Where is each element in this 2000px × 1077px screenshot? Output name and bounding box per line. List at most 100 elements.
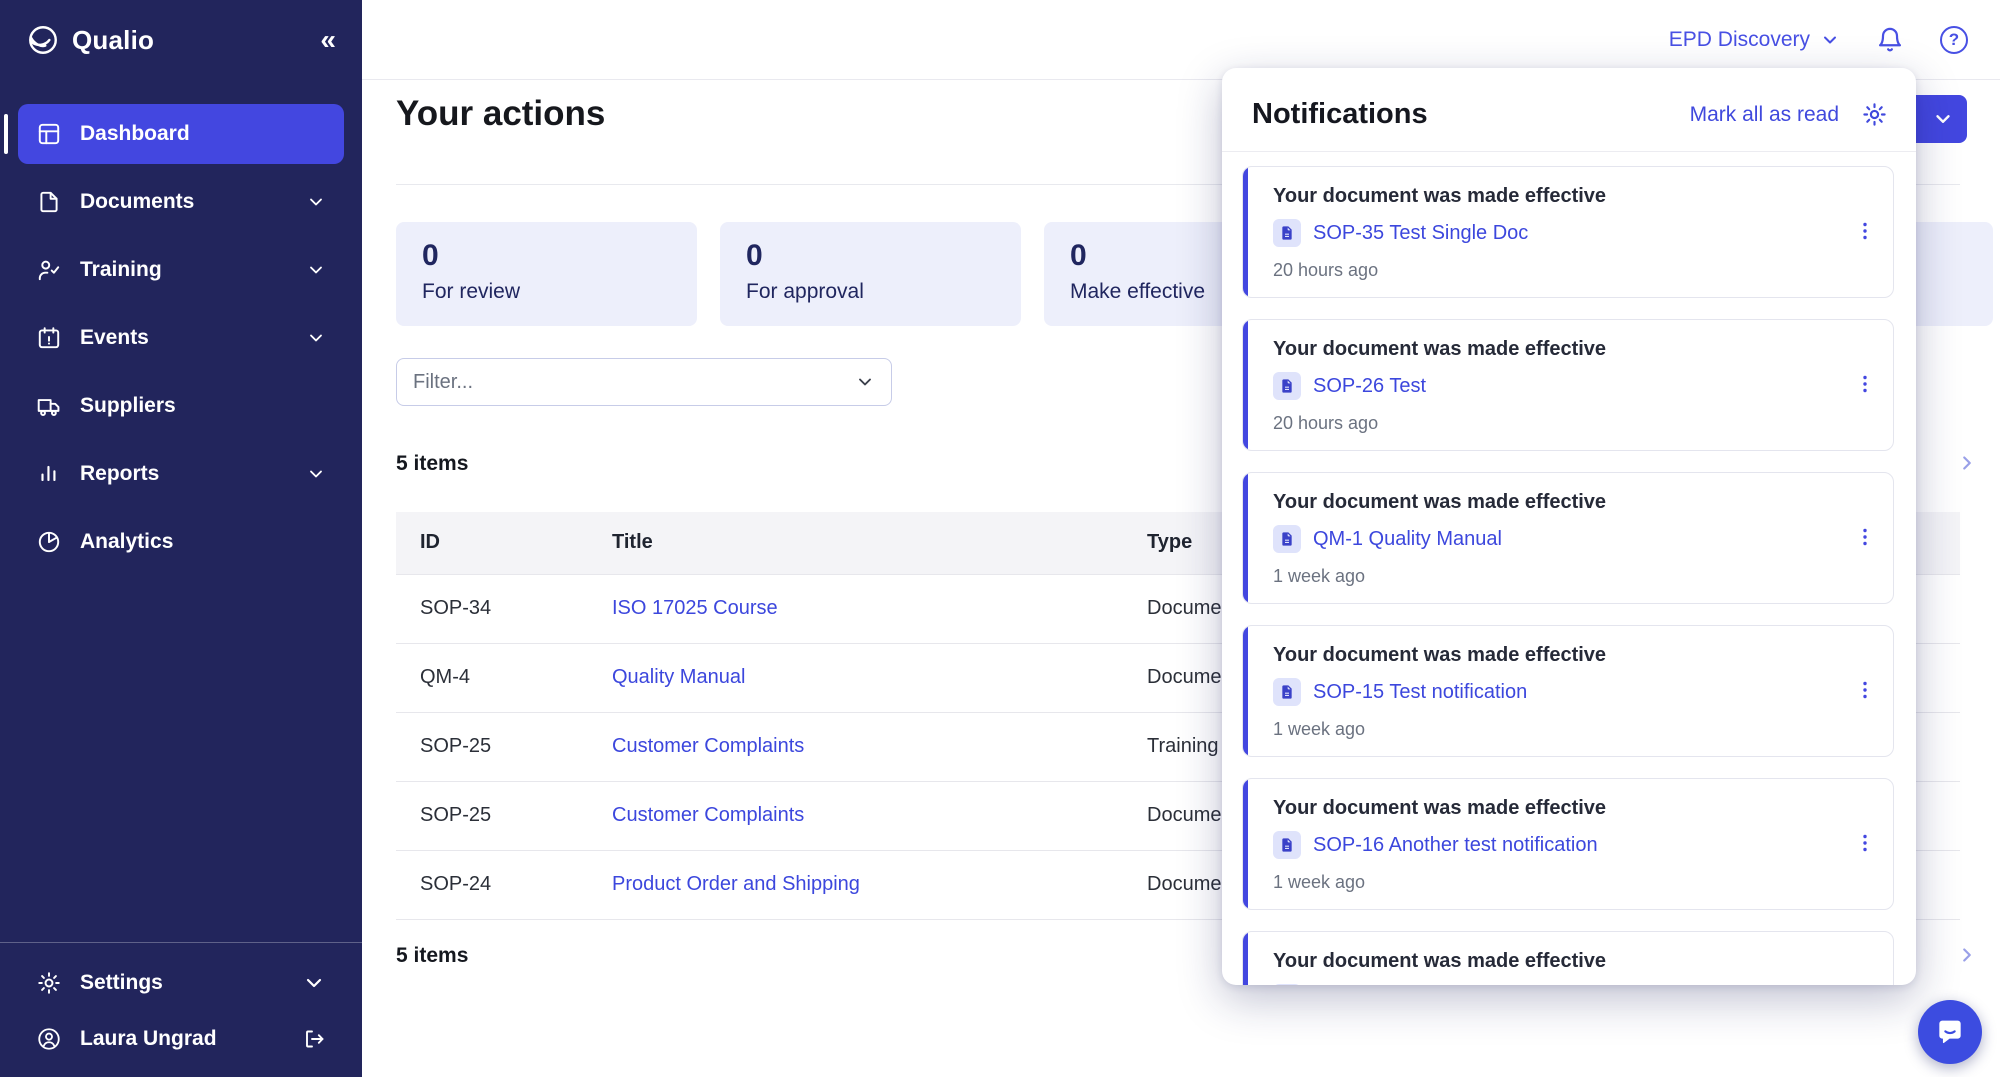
document-link[interactable]: ISO 17025 Course — [612, 597, 778, 619]
notification-doc-row: SOP-16 Another test notification — [1273, 831, 1837, 859]
stat-value: 0 — [746, 238, 995, 274]
document-file-icon — [1273, 831, 1301, 859]
bell-icon[interactable] — [1876, 26, 1904, 54]
workspace-switcher[interactable]: EPD Discovery — [1669, 28, 1840, 52]
sidebar-item-label: Settings — [80, 971, 163, 995]
document-icon — [36, 189, 62, 215]
chevron-down-icon — [302, 971, 326, 995]
notifications-panel: Notifications Mark all as read Your docu… — [1222, 68, 1916, 985]
sidebar-item-reports[interactable]: Reports — [18, 444, 344, 504]
qualio-logo-icon — [26, 23, 60, 57]
sidebar-item-label: Reports — [80, 462, 159, 486]
notification-message: Your document was made effective — [1273, 338, 1837, 361]
column-header-title: Title — [588, 512, 1123, 574]
notification-card[interactable]: Your document was made effective SOP-35 … — [1242, 166, 1894, 298]
stat-value: 0 — [422, 238, 671, 274]
column-header-id: ID — [396, 512, 588, 574]
sidebar-item-dashboard[interactable]: Dashboard — [18, 104, 344, 164]
chevron-down-icon — [306, 260, 326, 280]
notification-message: Your document was made effective — [1273, 797, 1837, 820]
logo-text: Qualio — [72, 25, 154, 56]
stat-card-for-approval[interactable]: 0 For approval — [720, 222, 1021, 326]
sidebar-collapse-icon[interactable]: « — [320, 26, 336, 54]
sidebar-item-settings[interactable]: Settings — [18, 955, 344, 1011]
chevron-right-icon[interactable] — [1956, 452, 1978, 474]
notification-doc-link[interactable]: QM-1 Quality Manual — [1313, 528, 1502, 551]
sidebar-item-suppliers[interactable]: Suppliers — [18, 376, 344, 436]
sidebar-item-events[interactable]: Events — [18, 308, 344, 368]
document-link[interactable]: Product Order and Shipping — [612, 873, 860, 895]
notification-doc-row: SOP-35 Test Single Doc — [1273, 219, 1837, 247]
document-link[interactable]: Quality Manual — [612, 666, 745, 688]
notification-message: Your document was made effective — [1273, 950, 1837, 973]
notification-time: 1 week ago — [1273, 719, 1837, 740]
notification-doc-link[interactable]: SOP-16 Another test notification — [1313, 834, 1598, 857]
document-file-icon — [1273, 219, 1301, 247]
sidebar-item-training[interactable]: Training — [18, 240, 344, 300]
help-icon[interactable]: ? — [1940, 26, 1968, 54]
notifications-list: Your document was made effective SOP-35 … — [1222, 152, 1916, 985]
notification-message: Your document was made effective — [1273, 644, 1837, 667]
sidebar-item-label: Analytics — [80, 530, 173, 554]
notifications-header: Notifications Mark all as read — [1222, 68, 1916, 151]
notification-doc-row: SOP-26 Test — [1273, 372, 1837, 400]
chevron-down-icon — [306, 464, 326, 484]
training-icon — [36, 257, 62, 283]
stat-label: For review — [422, 280, 671, 304]
notification-card[interactable]: Your document was made effective QM-1 Qu… — [1242, 472, 1894, 604]
sidebar-item-label: Training — [80, 258, 162, 282]
items-count-bottom: 5 items — [396, 944, 468, 968]
notification-doc-link[interactable]: SOP-26 Test — [1313, 375, 1426, 398]
logout-icon[interactable] — [302, 1027, 326, 1051]
kebab-menu-icon[interactable] — [1853, 372, 1877, 396]
notification-time: 1 week ago — [1273, 872, 1837, 893]
cell-id: SOP-25 — [396, 712, 588, 781]
notification-message: Your document was made effective — [1273, 491, 1837, 514]
notification-settings-gear-icon[interactable] — [1861, 101, 1888, 128]
sidebar-user[interactable]: Laura Ungrad — [18, 1011, 344, 1067]
notification-doc-link[interactable]: SOP-35 Test Single Doc — [1313, 222, 1528, 245]
mark-all-as-read-link[interactable]: Mark all as read — [1690, 103, 1839, 127]
stat-label: For approval — [746, 280, 995, 304]
chevron-down-icon — [1820, 30, 1840, 50]
stat-card-for-review[interactable]: 0 For review — [396, 222, 697, 326]
user-name: Laura Ungrad — [80, 1027, 217, 1051]
kebab-menu-icon[interactable] — [1853, 678, 1877, 702]
chevron-down-icon — [855, 372, 875, 392]
kebab-menu-icon[interactable] — [1853, 984, 1877, 985]
document-file-icon — [1273, 984, 1301, 985]
workspace-name: EPD Discovery — [1669, 28, 1810, 52]
document-file-icon — [1273, 372, 1301, 400]
notification-doc-link[interactable]: SOP-15 Test notification — [1313, 681, 1527, 704]
chevron-down-icon — [306, 328, 326, 348]
cell-id: SOP-25 — [396, 781, 588, 850]
document-file-icon — [1273, 678, 1301, 706]
cell-title: Customer Complaints — [588, 712, 1123, 781]
cell-title: Product Order and Shipping — [588, 850, 1123, 919]
sidebar-item-label: Suppliers — [80, 394, 176, 418]
document-link[interactable]: Customer Complaints — [612, 735, 804, 757]
notification-card[interactable]: Your document was made effective SOP-16 … — [1242, 778, 1894, 910]
notification-card[interactable]: Your document was made effective SOP-15 … — [1242, 625, 1894, 757]
sidebar-item-label: Events — [80, 326, 149, 350]
help-glyph: ? — [1949, 30, 1959, 50]
sidebar-item-documents[interactable]: Documents — [18, 172, 344, 232]
sidebar: Qualio « Dashboard Documents — [0, 0, 362, 1077]
document-link[interactable]: Customer Complaints — [612, 804, 804, 826]
filter-input[interactable] — [413, 371, 855, 394]
filter-dropdown[interactable] — [396, 358, 892, 406]
sidebar-item-label: Dashboard — [80, 122, 190, 146]
notification-card[interactable]: Your document was made effective SOP-26 … — [1242, 319, 1894, 451]
chat-bubble-icon — [1934, 1016, 1966, 1048]
chevron-right-icon[interactable] — [1956, 944, 1978, 966]
truck-icon — [36, 393, 62, 419]
chat-widget-button[interactable] — [1918, 1000, 1982, 1064]
kebab-menu-icon[interactable] — [1853, 525, 1877, 549]
kebab-menu-icon[interactable] — [1853, 219, 1877, 243]
bar-chart-icon — [36, 461, 62, 487]
kebab-menu-icon[interactable] — [1853, 831, 1877, 855]
sidebar-item-analytics[interactable]: Analytics — [18, 512, 344, 572]
notification-card[interactable]: Your document was made effective SOP-20 … — [1242, 931, 1894, 985]
notification-doc-row: SOP-20 Supplier Qualification Procedure — [1273, 984, 1837, 985]
logo-row: Qualio « — [0, 0, 362, 80]
